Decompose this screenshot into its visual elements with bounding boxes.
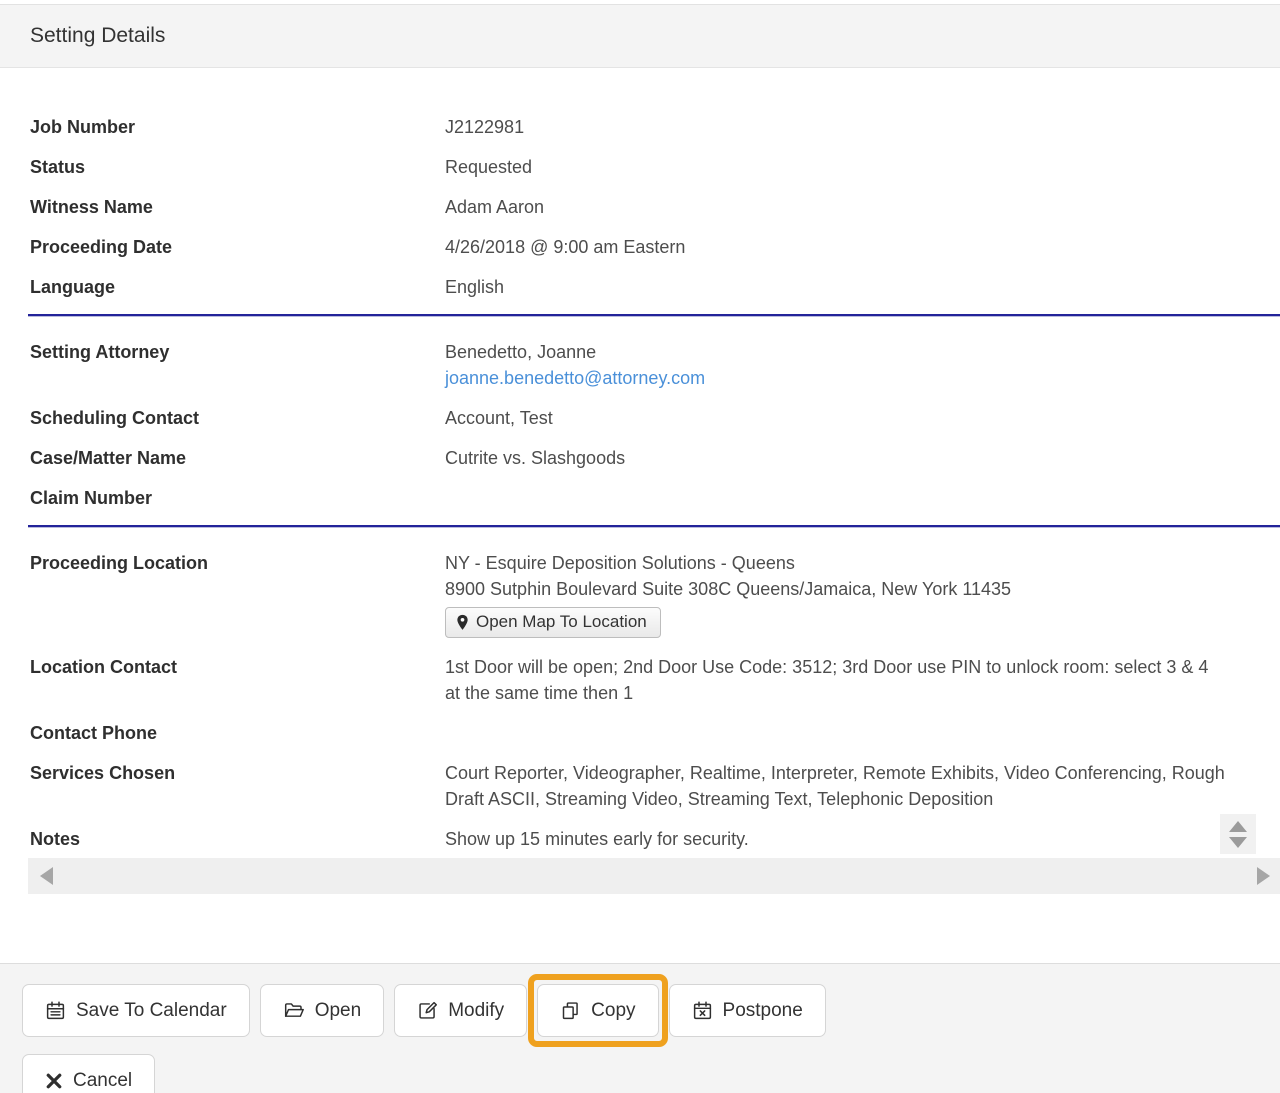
location-name: NY - Esquire Deposition Solutions - Quee…	[445, 550, 1011, 576]
attorney-name: Benedetto, Joanne	[445, 339, 705, 365]
detail-row-proceeding-location: Proceeding Location NY - Esquire Deposit…	[0, 550, 1280, 640]
field-value: English	[445, 274, 504, 300]
field-value: Requested	[445, 154, 532, 180]
detail-row-status: Status Requested	[0, 154, 1280, 180]
open-map-button[interactable]: Open Map To Location	[445, 607, 661, 638]
detail-row-scheduling-contact: Scheduling Contact Account, Test	[0, 405, 1280, 431]
spinner-down-arrow[interactable]	[1229, 837, 1247, 848]
modify-button[interactable]: Modify	[394, 984, 527, 1037]
setting-details-modal: Setting Details Job Number J2122981 Stat…	[0, 0, 1280, 1093]
cancel-button[interactable]: Cancel	[22, 1054, 155, 1093]
calendar-icon	[45, 1000, 66, 1021]
field-value: 4/26/2018 @ 9:00 am Eastern	[445, 234, 685, 260]
field-value: Benedetto, Joanne joanne.benedetto@attor…	[445, 339, 705, 391]
field-label: Status	[30, 154, 445, 180]
field-label: Services Chosen	[30, 760, 445, 812]
section-divider	[28, 314, 1280, 317]
field-label: Proceeding Date	[30, 234, 445, 260]
open-map-button-label: Open Map To Location	[476, 612, 647, 632]
detail-row-notes: Notes Show up 15 minutes early for secur…	[0, 826, 1280, 852]
save-to-calendar-label: Save To Calendar	[76, 1000, 227, 1022]
copy-button[interactable]: Copy	[537, 984, 658, 1037]
detail-row-language: Language English	[0, 274, 1280, 300]
modal-body: Job Number J2122981 Status Requested Wit…	[0, 68, 1280, 963]
open-label: Open	[315, 1000, 361, 1022]
calendar-x-icon	[692, 1000, 713, 1021]
field-value: Cutrite vs. Slashgoods	[445, 445, 625, 471]
modal-footer: Save To Calendar Open Modify	[0, 963, 1280, 1093]
scroll-right-arrow[interactable]	[1257, 867, 1270, 885]
pencil-square-icon	[417, 1000, 438, 1021]
field-label: Claim Number	[30, 485, 445, 511]
field-value: J2122981	[445, 114, 524, 140]
field-label: Language	[30, 274, 445, 300]
footer-button-row: Save To Calendar Open Modify	[22, 984, 1280, 1037]
spinner-up-arrow[interactable]	[1229, 821, 1247, 832]
detail-row-job-number: Job Number J2122981	[0, 114, 1280, 140]
field-value: Adam Aaron	[445, 194, 544, 220]
copy-icon	[560, 1000, 581, 1021]
field-label: Case/Matter Name	[30, 445, 445, 471]
detail-row-claim-number: Claim Number	[0, 485, 1280, 511]
open-button[interactable]: Open	[260, 984, 384, 1037]
field-label: Setting Attorney	[30, 339, 445, 391]
field-label: Contact Phone	[30, 720, 445, 746]
detail-row-location-contact: Location Contact 1st Door will be open; …	[0, 654, 1280, 706]
field-value: NY - Esquire Deposition Solutions - Quee…	[445, 550, 1011, 640]
field-label: Job Number	[30, 114, 445, 140]
field-value: Court Reporter, Videographer, Realtime, …	[445, 760, 1227, 812]
field-value: 1st Door will be open; 2nd Door Use Code…	[445, 654, 1227, 706]
folder-open-icon	[283, 1000, 305, 1021]
field-value: Show up 15 minutes early for security.	[445, 826, 749, 852]
horizontal-scrollbar[interactable]	[28, 858, 1280, 894]
detail-row-proceeding-date: Proceeding Date 4/26/2018 @ 9:00 am East…	[0, 234, 1280, 260]
field-label: Notes	[30, 826, 445, 852]
modal-header: Setting Details	[0, 4, 1280, 68]
detail-row-contact-phone: Contact Phone	[0, 720, 1280, 746]
page-title: Setting Details	[30, 24, 165, 48]
cancel-label: Cancel	[73, 1070, 132, 1092]
modify-label: Modify	[448, 1000, 504, 1022]
copy-label: Copy	[591, 1000, 635, 1022]
field-label: Scheduling Contact	[30, 405, 445, 431]
postpone-button[interactable]: Postpone	[669, 984, 826, 1037]
field-label: Proceeding Location	[30, 550, 445, 640]
cancel-button-row: Cancel	[22, 1054, 1280, 1093]
location-address: 8900 Sutphin Boulevard Suite 308C Queens…	[445, 576, 1011, 602]
field-value: Account, Test	[445, 405, 553, 431]
attorney-email-link[interactable]: joanne.benedetto@attorney.com	[445, 368, 705, 388]
map-pin-icon	[456, 614, 469, 631]
notes-scroll-spinner[interactable]	[1220, 814, 1256, 854]
detail-row-setting-attorney: Setting Attorney Benedetto, Joanne joann…	[0, 339, 1280, 391]
detail-row-case-matter-name: Case/Matter Name Cutrite vs. Slashgoods	[0, 445, 1280, 471]
detail-row-services-chosen: Services Chosen Court Reporter, Videogra…	[0, 760, 1280, 812]
field-label: Witness Name	[30, 194, 445, 220]
postpone-label: Postpone	[723, 1000, 803, 1022]
field-label: Location Contact	[30, 654, 445, 706]
save-to-calendar-button[interactable]: Save To Calendar	[22, 984, 250, 1037]
close-icon	[45, 1072, 63, 1090]
section-divider	[28, 525, 1280, 528]
detail-row-witness-name: Witness Name Adam Aaron	[0, 194, 1280, 220]
scroll-left-arrow[interactable]	[40, 867, 53, 885]
